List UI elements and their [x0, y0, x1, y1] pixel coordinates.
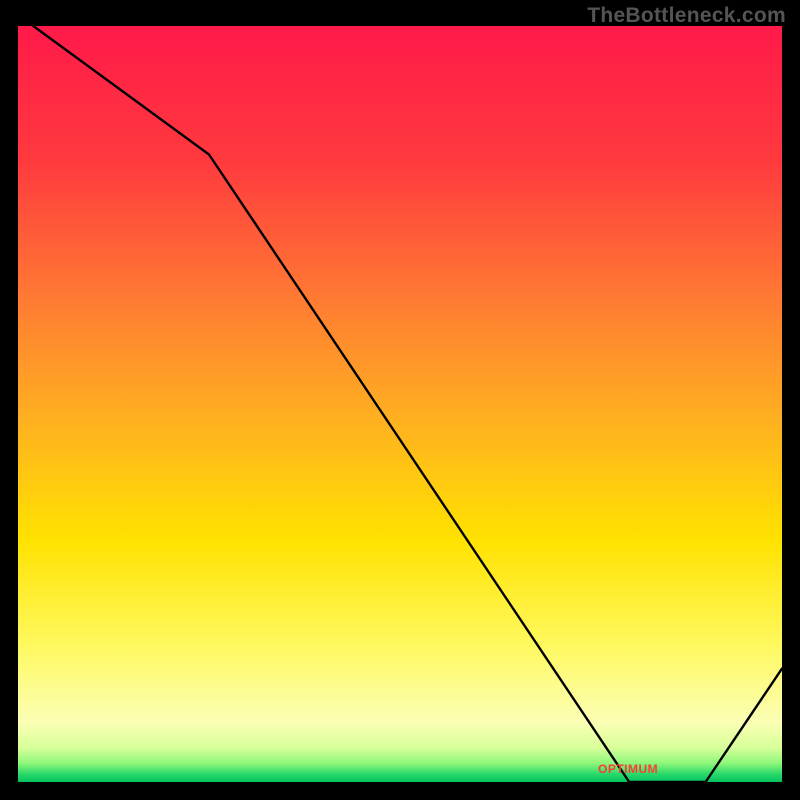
gradient-background [18, 26, 782, 782]
bottleneck-chart-svg [18, 26, 782, 782]
plot-area [18, 26, 782, 782]
chart-frame: TheBottleneck.com OPTIMUM [0, 0, 800, 800]
watermark-text: TheBottleneck.com [587, 4, 786, 28]
optimum-label: OPTIMUM [598, 762, 658, 776]
